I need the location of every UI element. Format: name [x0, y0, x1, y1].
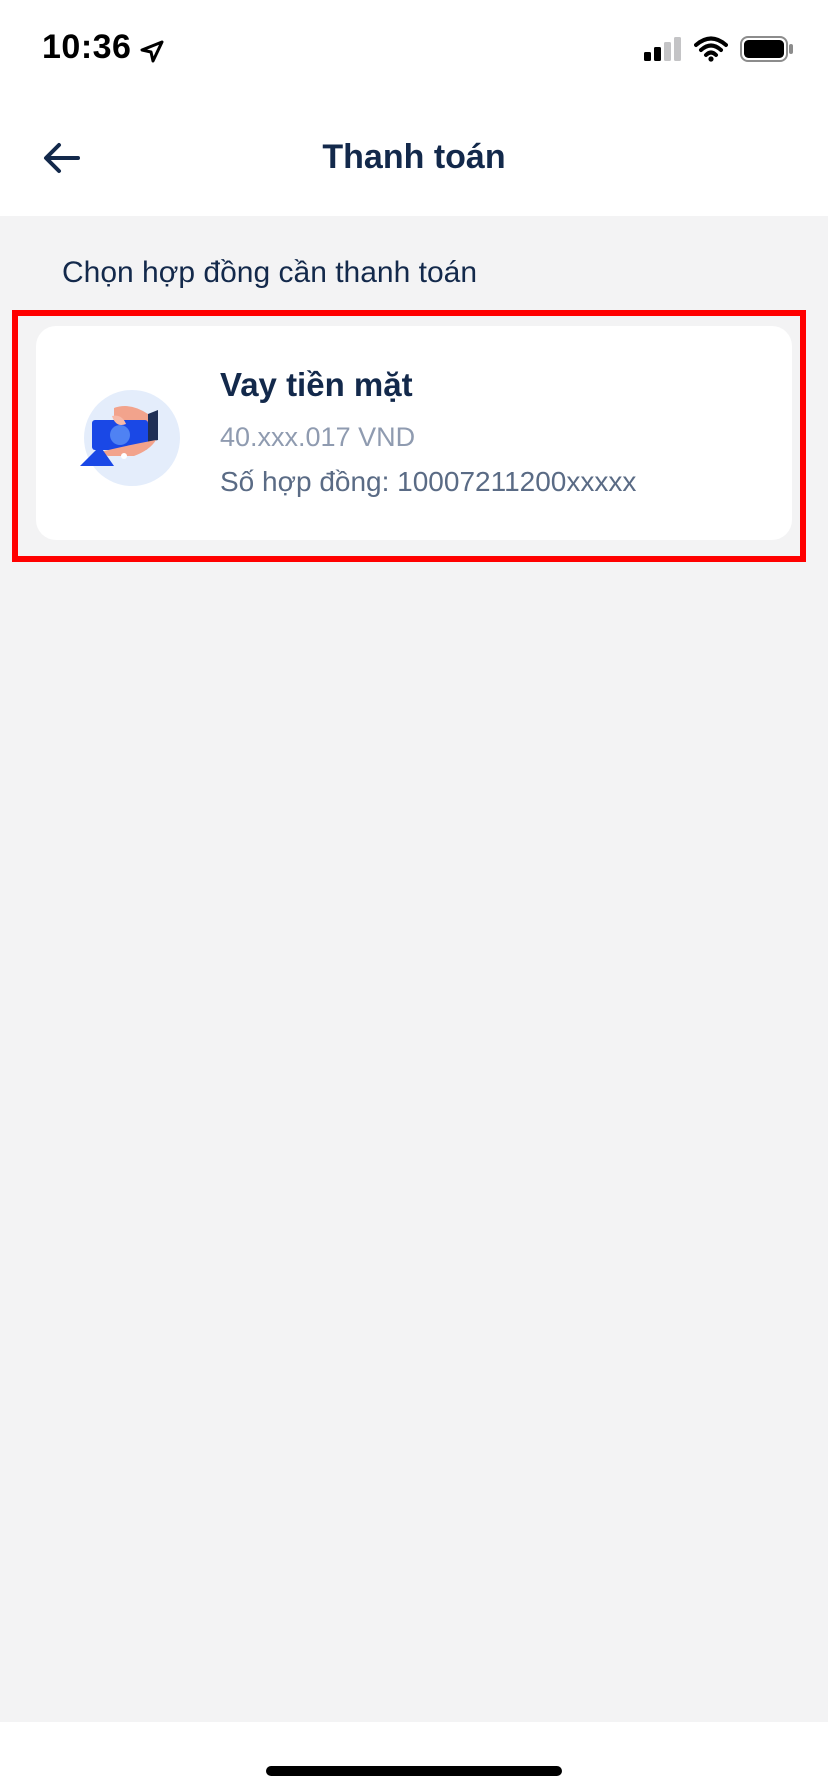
contract-number: Số hợp đồng: 10007211200xxxxx	[220, 466, 637, 497]
status-bar: 10:36	[0, 0, 828, 100]
contract-card[interactable]: Vay tiền mặt 40.xxx.017 VND Số hợp đồng:…	[36, 326, 792, 540]
status-time: 10:36	[42, 28, 165, 67]
section-label: Chọn hợp đồng cần thanh toán	[62, 256, 478, 289]
page-title: Thanh toán	[322, 138, 506, 176]
cash-loan-icon	[74, 380, 190, 496]
status-time-text: 10:36	[42, 28, 132, 66]
contract-title: Vay tiền mặt	[220, 366, 413, 403]
location-arrow-icon	[139, 35, 165, 62]
cellular-signal-icon	[644, 37, 682, 66]
contract-amount: 40.xxx.017 VND	[220, 422, 416, 452]
home-indicator[interactable]	[266, 1766, 562, 1776]
wifi-icon	[694, 36, 728, 67]
battery-icon	[740, 36, 794, 67]
status-icons	[644, 36, 794, 67]
bottom-safe-area	[0, 1722, 828, 1792]
top-navigation-bar: Thanh toán	[0, 100, 828, 216]
